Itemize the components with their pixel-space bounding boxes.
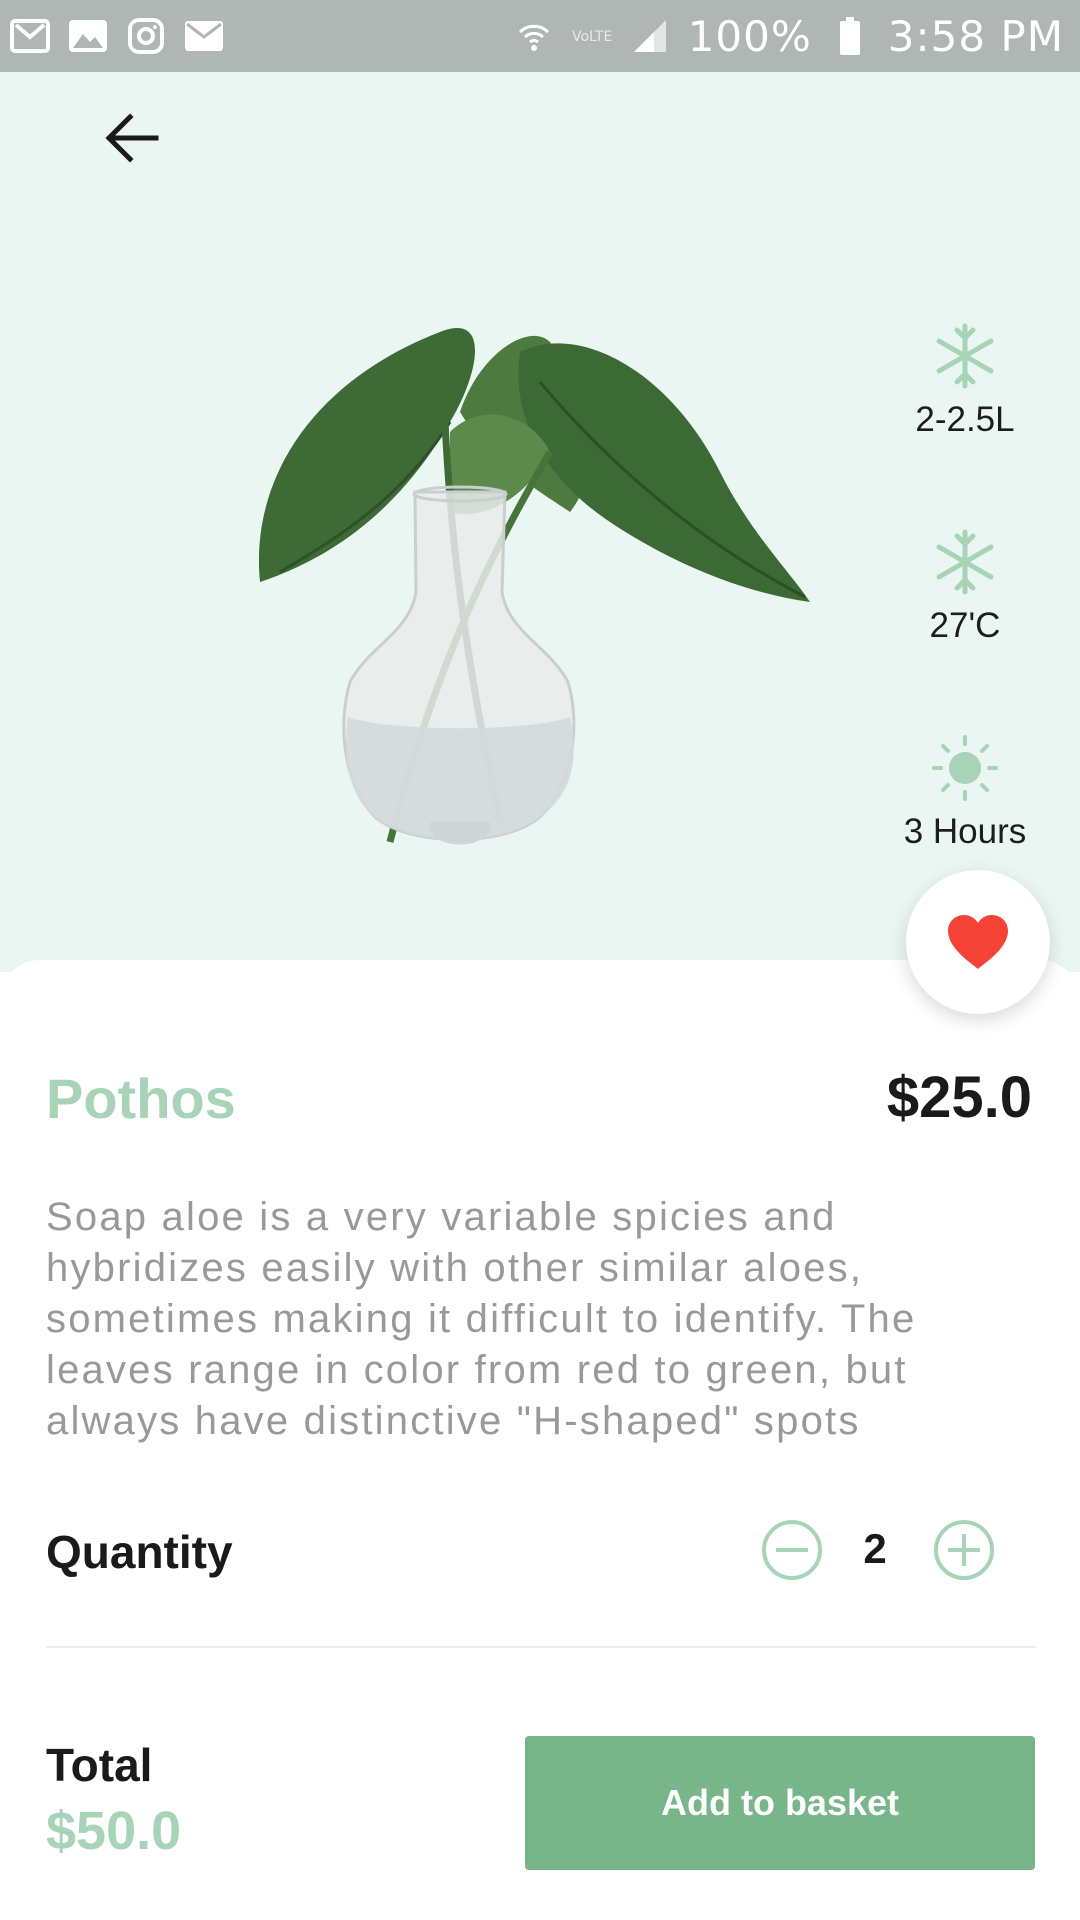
water-label: 2-2.5L [915, 400, 1015, 439]
plant-name: Pothos [46, 1067, 236, 1130]
light-label: 3 Hours [903, 812, 1027, 851]
add-to-basket-button[interactable]: Add to basket [525, 1736, 1035, 1870]
instagram-icon [126, 16, 166, 56]
quantity-value: 2 [863, 1525, 887, 1572]
plant-price: $25.0 [886, 1065, 1032, 1130]
total-value: $50.0 [46, 1801, 182, 1861]
light-requirement: 3 Hours [880, 734, 1050, 852]
plant-description: Soap aloe is a very variable spicies and… [46, 1195, 917, 1443]
clock: 3:58 PM [887, 11, 1064, 61]
water-requirement: 2-2.5L [880, 322, 1050, 440]
back-button[interactable] [96, 102, 168, 174]
gallery-icon [68, 16, 108, 56]
plant-hero: 2-2.5L 27'C 3 Hours [0, 72, 1080, 972]
system-status: VoLTE 100% 3:58 PM [514, 12, 1064, 61]
volte-icon: VoLTE [572, 16, 612, 56]
favorite-button[interactable] [906, 870, 1050, 1014]
sun-icon [932, 735, 998, 801]
email-icon [184, 16, 224, 56]
plant-image [258, 328, 810, 845]
product-details: Pothos $25.0 Soap aloe is a very variabl… [0, 960, 1080, 1920]
temperature-label: 27'C [929, 606, 1001, 645]
total-label: Total [46, 1739, 153, 1791]
wifi-icon [514, 16, 554, 56]
decrease-quantity-button[interactable] [762, 1520, 822, 1580]
status-bar: VoLTE 100% 3:58 PM [0, 0, 1080, 72]
minus-icon [776, 1548, 808, 1552]
temperature-requirement: 27'C [880, 528, 1050, 646]
battery-icon [830, 16, 870, 56]
divider [46, 1646, 1036, 1648]
signal-icon [630, 16, 670, 56]
arrow-left-icon [105, 113, 159, 163]
snowflake-icon [936, 323, 994, 389]
quantity-label: Quantity [46, 1526, 233, 1578]
snowflake-icon [936, 529, 994, 595]
heart-icon [948, 915, 1008, 969]
gmail-icon [10, 16, 50, 56]
battery-percent: 100% [687, 11, 812, 61]
increase-quantity-button[interactable] [934, 1520, 994, 1580]
svg-text:VoLTE: VoLTE [572, 29, 612, 45]
notification-icons [10, 16, 224, 56]
